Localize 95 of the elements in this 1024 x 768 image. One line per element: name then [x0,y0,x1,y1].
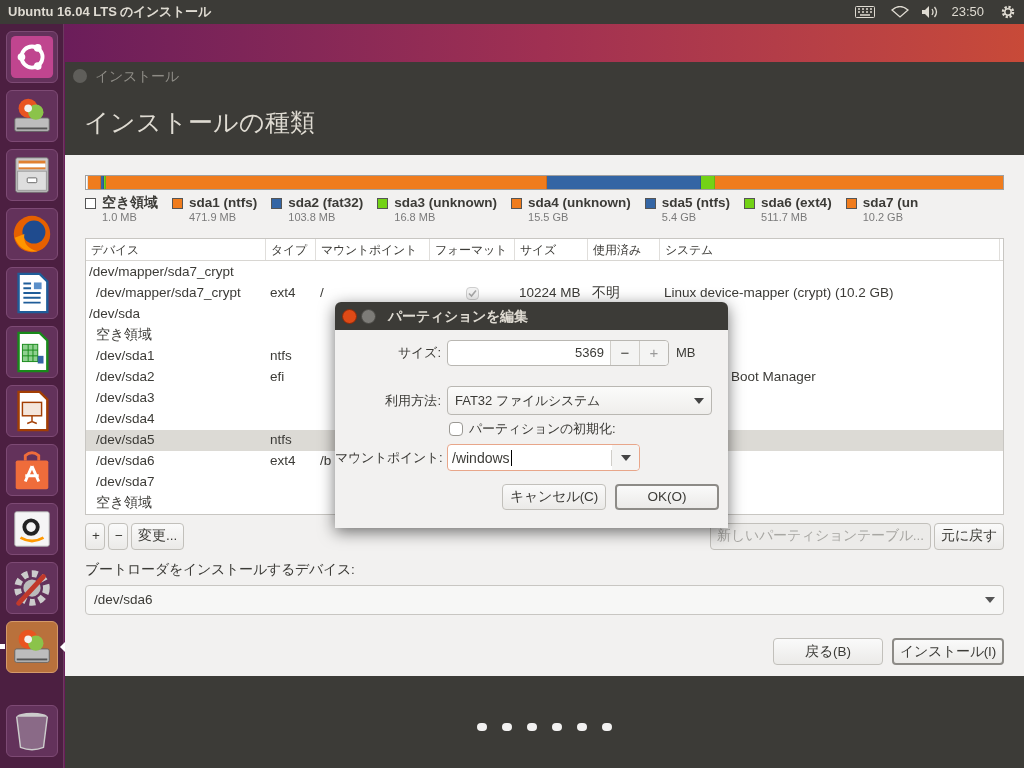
partition-name: sda2 (fat32) [288,195,364,210]
minimize-button[interactable] [361,308,376,324]
dialog-title: パーティションを編集 [388,306,528,326]
table-cell-text: ext4 [270,284,296,303]
change-button[interactable]: 変更... [131,523,185,550]
partition-name: sda1 (ntfs) [189,195,258,210]
partition-size: 15.5 GB [528,210,570,225]
table-cell: /dev/sda7 [96,474,155,490]
table-cell-text: 不明 [592,284,620,303]
launcher-item[interactable] [5,90,58,142]
running-indicator [0,644,5,649]
settings-icon[interactable] [1000,4,1016,20]
table-cell: /dev/sda3 [96,390,155,406]
launcher-item[interactable] [5,326,58,378]
window-title: Ubuntu 16.04 LTS のインストール [8,3,212,22]
launcher-item[interactable] [5,208,58,260]
table-cell-text: Linux device-mapper (crypt) (10.2 GB) [664,284,894,303]
launcher-item[interactable] [5,705,58,757]
column-header[interactable]: サイズ [515,239,588,260]
field-label: サイズ: [398,345,441,360]
close-button[interactable] [342,308,357,324]
size-spinner[interactable]: 5369 − + [447,340,669,366]
partition-name: sda4 (unknown) [528,195,631,210]
partition-name: sda3 (unknown) [394,195,498,210]
table-cell: /dev/sda2 [96,369,155,385]
launcher-item[interactable] [5,444,58,496]
unit-label: MB [676,345,696,361]
size-value: 5369 [574,345,605,361]
table-cell: /dev/sda5 [96,432,155,448]
table-cell: /dev/mapper/sda7_crypt [89,264,234,280]
table-cell: 空き領域 [96,327,152,343]
partition-name: sda6 (ext4) [761,195,832,210]
launcher-item[interactable] [5,503,58,555]
dialog-button[interactable]: キャンセル(C) [502,484,606,510]
partition-size: 471.9 MB [189,210,238,225]
nav-button[interactable]: インストール(I) [892,638,1004,666]
checkbox-label: パーティションの初期化: [469,421,616,437]
dialog-button[interactable]: OK(O) [615,484,719,510]
table-cell-text: 10224 MB [519,284,581,303]
window-title: インストール [95,66,179,86]
table-cell: /dev/sda1 [96,348,155,364]
remove-button[interactable]: − [108,523,128,550]
column-header[interactable]: デバイス [86,239,266,260]
partition-size: 5.4 GB [661,210,698,225]
add-button[interactable]: + [85,523,105,550]
filesystem-dropdown[interactable]: FAT32 ファイルシステム [447,386,712,415]
table-action-button[interactable]: 元に戻す [934,523,1004,550]
partition-size: 511.7 MB [761,210,809,225]
field-label: マウントポイント: [335,449,443,465]
table-cell-text: ntfs [270,431,292,450]
partition-size: 103.8 MB [288,210,337,225]
ubuntu-logo-icon [8,34,55,80]
page-heading: インストールの種類 [84,106,315,138]
volume-icon[interactable] [921,5,940,19]
field-label: 利用方法: [385,392,441,408]
table-cell-text: ext4 [270,452,296,471]
caret-icon [620,454,631,461]
column-header[interactable]: マウントポイント [316,239,430,260]
partition-name: sda7 (un [862,195,919,210]
caret-icon [694,397,704,404]
table-cell-text: / [320,284,324,303]
column-header[interactable]: フォーマット [430,239,515,260]
launcher-item[interactable] [5,149,58,201]
table-cell: /dev/sda6 [96,453,155,469]
column-header[interactable]: 使用済み [588,239,660,260]
table-cell: /dev/sda [89,306,141,322]
bootloader-dropdown[interactable]: /dev/sda6 [85,585,1004,616]
column-header[interactable]: システム [660,239,1000,260]
keyboard-icon[interactable] [855,6,876,18]
table-cell-text: /b [320,452,332,471]
partition-size: 10.2 GB [862,210,904,225]
table-cell-text: ntfs [270,347,292,366]
partition-size: 1.0 MB [102,210,138,225]
format-checkbox[interactable] [449,422,463,436]
clock[interactable]: 23:50 [951,2,984,22]
partition-name: sda5 (ntfs) [661,195,731,210]
wifi-icon[interactable] [891,6,910,18]
table-cell: 空き領域 [96,495,152,511]
table-cell: /dev/mapper/sda7_crypt [96,285,241,301]
launcher-item[interactable] [5,385,58,437]
field-label: ブートローダをインストールするデバイス: [85,561,356,579]
nav-button[interactable]: 戻る(B) [773,638,883,666]
partition-size: 16.8 MB [394,210,437,225]
table-cell-text: efi [270,368,285,387]
launcher-item[interactable] [5,267,58,319]
caret-icon [985,597,995,604]
launcher-item[interactable] [5,31,58,83]
launcher-item[interactable] [5,562,58,614]
mount-point-combo[interactable]: /windows [447,444,640,471]
partition-name: 空き領域 [102,195,158,210]
launcher-item[interactable] [5,621,58,673]
table-cell: /dev/sda4 [96,411,155,427]
column-header[interactable]: タイプ [266,239,316,260]
decrement-button[interactable]: − [610,341,639,365]
table-cell-text: Boot Manager [731,368,816,387]
